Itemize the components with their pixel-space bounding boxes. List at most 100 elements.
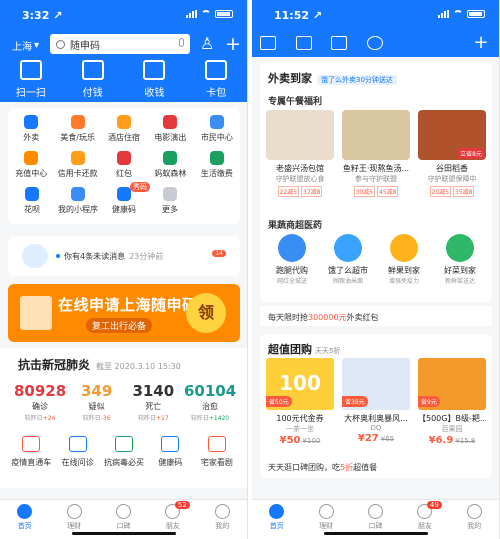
contacts-icon[interactable]: ♙	[200, 36, 214, 52]
signal-icon	[186, 10, 197, 18]
category-vegetable[interactable]: 好菜到家 新鲜菜送达	[432, 234, 488, 285]
plus-icon[interactable]: +	[473, 34, 489, 52]
food-item[interactable]: 老盛兴汤包馆 守护联盟放心食 22减5 37减8	[266, 110, 334, 197]
grid-item-mini-programs[interactable]: 我的小程序	[54, 184, 102, 220]
category-name: 跑腿代购	[276, 266, 308, 275]
stat-value: 80928	[14, 382, 67, 400]
message-notice[interactable]: 你有4条未读消息 23分钟前 14	[8, 236, 240, 276]
grid-item-food-fun[interactable]: 美食/玩乐	[54, 112, 100, 148]
health-code-banner[interactable]: 在线申请上海随申码 复工出行必备 领	[8, 284, 240, 342]
footer-pre: 天天逛口碑团购，吃	[268, 463, 340, 472]
deal-price-row: ¥50 ¥100	[266, 435, 334, 446]
stat-label: 确诊	[32, 402, 48, 411]
red-packet-icon	[117, 151, 132, 165]
deal-old-price: ¥100	[302, 437, 321, 445]
deal-sub: 百果园	[441, 425, 463, 433]
pay-button[interactable]: 付钱	[68, 60, 118, 99]
receive-money-icon	[143, 60, 166, 80]
deal-old-price: ¥15.8	[455, 437, 476, 445]
food-item[interactable]: 鱼籽王·现熬鱼汤... 参与守护联盟 30减5 45减8	[342, 110, 410, 197]
deal-item[interactable]: 100 省50元 100元代金券 一茶一坐 ¥50 ¥100	[266, 358, 334, 446]
food-item[interactable]: 立省8元 谷田稻香 守护联盟保障中 20减5 35减8	[418, 110, 486, 197]
covid-action-health-code[interactable]: 健康码	[147, 436, 193, 468]
coupon-row: 20减5 35减8	[418, 186, 486, 197]
tab-home[interactable]: 首页	[257, 504, 297, 539]
grid-item-utilities[interactable]: 生活缴费	[194, 148, 240, 184]
red-packet-strip[interactable]: 每天限时抢300000元外卖红包	[260, 306, 492, 326]
category-errand[interactable]: 跑腿代购 网红全城送	[264, 234, 320, 285]
category-fruit[interactable]: 鲜果到家 增强免疫力	[376, 234, 432, 285]
city-selector[interactable]: 上海 ▾	[12, 38, 39, 53]
grid-item-citizen[interactable]: 市民中心	[194, 112, 240, 148]
grid-item-red-packet[interactable]: 红包	[101, 148, 147, 184]
receive-label: 收钱	[144, 88, 165, 99]
koubei-icon	[115, 504, 131, 519]
scan-button[interactable]: 扫一扫	[6, 60, 56, 99]
coupon: 22减5	[277, 186, 299, 197]
covid-action-home-drama[interactable]: 宅家看剧	[194, 436, 240, 468]
covid-card: 抗击新冠肺炎 截至 2020.3.10 15:30 80928 确诊 较昨日+24 3…	[0, 348, 247, 488]
status-icons	[186, 10, 233, 18]
lunch-section-title: 专属午餐福利	[268, 97, 323, 107]
search-icon[interactable]	[366, 36, 383, 50]
tab-me[interactable]: 我的	[202, 504, 242, 539]
deal-item[interactable]: 省38元 大杯奥利奥暴风... DQ ¥27 ¥65	[342, 358, 410, 446]
tab-home[interactable]: 首页	[5, 504, 45, 539]
covid-action-epidemic-express[interactable]: 疫情直通车	[8, 436, 54, 468]
grid-item-topup[interactable]: 充值中心	[8, 148, 54, 184]
deal-list: 100 省50元 100元代金券 一茶一坐 ¥50 ¥100 省38元 大杯奥利奥暴风...…	[266, 358, 486, 446]
grid-label: 电影演出	[154, 133, 187, 142]
tv-icon	[22, 436, 41, 452]
receive-money-icon[interactable]	[331, 36, 347, 50]
status-bar: 3:32 ↗	[0, 0, 247, 26]
koubei-icon	[367, 504, 383, 519]
covid-action-label: 宅家看剧	[200, 458, 233, 467]
tab-label: 朋友	[165, 522, 180, 530]
card-wallet-button[interactable]: 卡包	[191, 60, 241, 99]
grid-label: 更多	[162, 205, 178, 214]
stat-value: 60104	[183, 382, 237, 400]
grid-item-huabei[interactable]: 花呗	[8, 184, 56, 220]
home-tab-icon	[17, 504, 33, 519]
home-screen: 3:32 ↗ 上海 ▾ 随申码 ♙ + 扫一扫 付钱 收钱 卡包 外卖 美食/玩…	[0, 0, 248, 539]
covid-action-label: 健康码	[158, 458, 183, 467]
category-supermarket[interactable]: 饿了么超市 囤粮油米面	[320, 234, 376, 285]
deal-sub: DQ	[370, 424, 382, 432]
stat-suspected: 349 疑似 较昨日-36	[71, 382, 123, 422]
delta-label: 较昨日	[137, 415, 156, 422]
deal-item[interactable]: 省9元 【500G】B级-耙... 百果园 ¥6.9 ¥15.8	[418, 358, 486, 446]
category-sub: 网红全城送	[276, 278, 307, 285]
food-name: 鱼籽王·现熬鱼汤...	[342, 164, 410, 173]
grid-item-ant-forest[interactable]: 蚂蚁森林	[147, 148, 193, 184]
deal-save: 省9元	[418, 396, 440, 407]
coupon: 35减8	[453, 186, 475, 197]
covid-title-text: 抗击新冠肺炎	[18, 358, 91, 372]
status-bar: 11:52 ↗	[252, 0, 499, 26]
plus-icon[interactable]: +	[225, 35, 241, 54]
deal-price: ¥27	[357, 433, 379, 444]
grid-item-hotel[interactable]: 酒店住宿	[101, 112, 147, 148]
message-bird-icon	[22, 244, 48, 268]
tab-me[interactable]: 我的	[454, 504, 494, 539]
grid-item-movie[interactable]: 电影演出	[147, 112, 193, 148]
receive-button[interactable]: 收钱	[129, 60, 179, 99]
grid-item-takeout[interactable]: 外卖	[8, 112, 54, 148]
errand-icon	[278, 234, 306, 262]
coupon: 30减5	[353, 186, 375, 197]
grid-item-credit-card[interactable]: 信用卡还款	[54, 148, 100, 184]
search-input[interactable]: 随申码	[50, 34, 190, 54]
grid-item-health-code[interactable]: 健康码 秀码	[100, 182, 150, 220]
category-name: 好菜到家	[444, 266, 476, 275]
category-sub: 增强免疫力	[388, 278, 419, 285]
delta-value: -36	[100, 415, 111, 422]
pay-code-icon[interactable]	[295, 36, 312, 50]
grid-item-more[interactable]: 更多	[146, 184, 194, 220]
phone-topup-icon	[24, 151, 39, 165]
covid-action-online-consult[interactable]: 在线问诊	[54, 436, 100, 468]
category-name: 鲜果到家	[388, 266, 420, 275]
banner-claim-button[interactable]: 领	[186, 293, 226, 333]
covid-action-antiviral[interactable]: 抗病毒必买	[101, 436, 147, 468]
group-buy-footer[interactable]: 天天逛口碑团购，吃5折超值餐	[268, 462, 377, 473]
microphone-icon[interactable]	[179, 38, 184, 47]
scan-icon[interactable]	[260, 36, 276, 50]
